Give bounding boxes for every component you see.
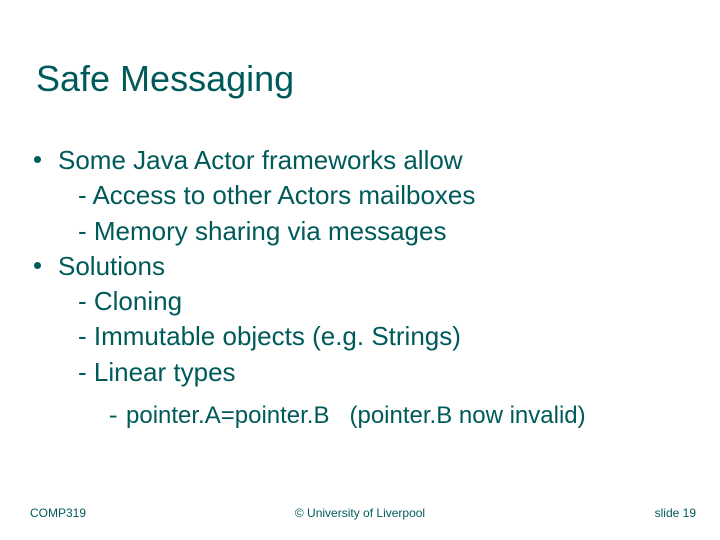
sub-item-1a: - Access to other Actors mailboxes xyxy=(30,179,680,212)
bullet-icon xyxy=(34,156,41,163)
sub-item-2c: - Linear types xyxy=(30,356,680,389)
bullet-item-2: Solutions xyxy=(30,250,680,283)
bullet-text: Some Java Actor frameworks allow xyxy=(58,145,463,175)
footer-copyright: © University of Liverpool xyxy=(0,506,720,520)
sub-sub-text: pointer.A=pointer.B (pointer.B now inval… xyxy=(126,402,586,429)
footer-slide-number: slide 19 xyxy=(655,506,696,520)
bullet-item-1: Some Java Actor frameworks allow xyxy=(30,144,680,177)
bullet-icon xyxy=(34,262,41,269)
slide: Safe Messaging Some Java Actor framework… xyxy=(0,0,720,540)
sub-item-2a: - Cloning xyxy=(30,285,680,318)
slide-title: Safe Messaging xyxy=(36,58,294,100)
sub-sub-item: -pointer.A=pointer.B (pointer.B now inva… xyxy=(30,401,680,434)
bullet-text: Solutions xyxy=(58,251,165,281)
sub-item-1b: - Memory sharing via messages xyxy=(30,215,680,248)
sub-item-2b: - Immutable objects (e.g. Strings) xyxy=(30,320,680,353)
slide-body: Some Java Actor frameworks allow - Acces… xyxy=(30,142,680,434)
dash-icon: - xyxy=(106,403,126,434)
